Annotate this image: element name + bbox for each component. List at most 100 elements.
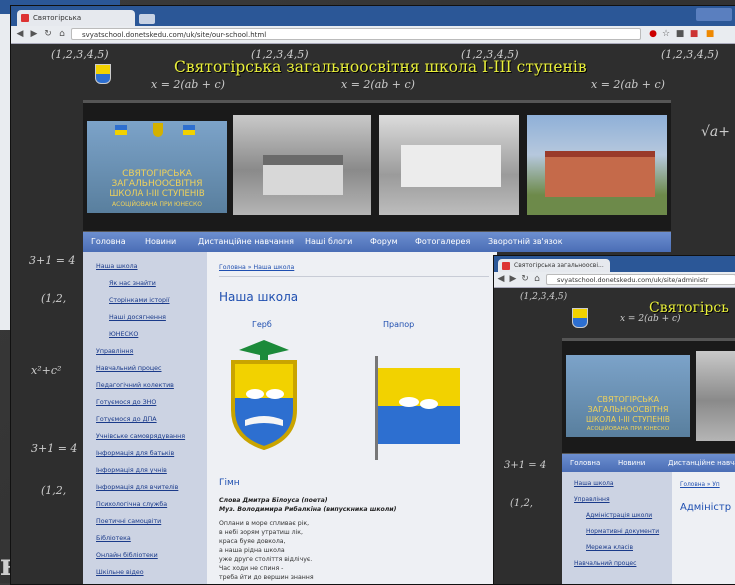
- site-menu-bar: Головна Новини Дистанційне навчання Наші…: [83, 232, 671, 252]
- prapor-label: Прапор: [383, 320, 415, 329]
- sidebar-item[interactable]: Наші досягнення: [109, 314, 166, 321]
- sidebar-item[interactable]: Поетичні самоцвіти: [96, 518, 161, 525]
- menu-item-blogs[interactable]: Наші блоги: [305, 232, 352, 252]
- sidebar-item[interactable]: Як нас знайти: [109, 280, 156, 287]
- second-browser-window: Святогірська загальноосві... ◀ ▶ ↻ ⌂ svy…: [493, 255, 735, 585]
- anthem-credit: Муз. Володимира Рибалкіна (випускника шк…: [219, 506, 397, 513]
- sign-text: СВЯТОГІРСЬКА: [122, 169, 192, 179]
- website-area: (1,2,3,4,5) x = 2(ab + c) 3+1 = 4 (1,2, …: [494, 288, 735, 584]
- sidebar-item[interactable]: Наша школа: [574, 480, 614, 487]
- chalk-formula: x²+c²: [31, 364, 62, 377]
- extension-icon[interactable]: ■: [689, 29, 699, 39]
- page-title: Наша школа: [219, 290, 299, 304]
- sidebar-item[interactable]: Шкільне відео: [96, 569, 144, 576]
- sign-text: СВЯТОГІРСЬКА: [596, 395, 660, 404]
- sidebar-item[interactable]: Готуємося до ДПА: [96, 416, 157, 423]
- sidebar-item[interactable]: Інформація для батьків: [96, 450, 174, 457]
- coat-of-arms-image: [231, 340, 297, 450]
- main-content: Головна » Наша школа Наша школа Герб Пра…: [207, 252, 497, 584]
- menu-item-distance[interactable]: Дистанційне навча: [668, 454, 735, 472]
- sign-text: ШКОЛА І-ІІІ СТУПЕНІВ: [585, 415, 671, 424]
- sidebar-item[interactable]: Нормативні документи: [586, 528, 659, 535]
- chalk-formula: x = 2(ab + c): [341, 78, 415, 91]
- browser-titlebar: Святогірська загальноосв...: [11, 6, 735, 38]
- favicon-icon: [502, 262, 510, 270]
- anthem-verse-line: Час ходи не спиня -: [219, 565, 284, 572]
- sign-text: АСОЦІЙОВАНА ПРИ ЮНЕСКО: [112, 201, 202, 208]
- url-field[interactable]: svyatschool.donetskedu.com/uk/site/our-s…: [71, 28, 641, 40]
- menu-item-news[interactable]: Новини: [145, 232, 176, 252]
- sidebar-item[interactable]: Учнівське самоврядування: [96, 433, 185, 440]
- sidebar-item[interactable]: Навчальний процес: [574, 560, 636, 567]
- sidebar-item[interactable]: Навчальний процес: [96, 365, 162, 372]
- new-tab-button[interactable]: [139, 14, 155, 24]
- browser-tab[interactable]: Святогірська загальноосв...: [17, 10, 135, 38]
- header-photo-strip: СВЯТОГІРСЬКА ЗАГАЛЬНООСВІТНЯ ШКОЛА І-ІІІ…: [562, 338, 735, 456]
- chalk-formula: (1,2,3,4,5): [661, 48, 719, 61]
- menu-item-forum[interactable]: Форум: [370, 232, 398, 252]
- sidebar-item[interactable]: Онлайн бібліотеки: [96, 552, 158, 559]
- flag-image: [375, 356, 460, 460]
- sign-text: АСОЦІЙОВАНА ПРИ ЮНЕСКО: [586, 426, 670, 432]
- anthem-verse-line: треба йти до вершин знання: [219, 574, 314, 581]
- breadcrumb[interactable]: Головна » Наша школа: [219, 264, 294, 271]
- sidebar-item[interactable]: ЮНЕСКО: [109, 331, 138, 338]
- sidebar-item[interactable]: Бібліотека: [96, 535, 131, 542]
- address-row: ◀ ▶ ↻ ⌂ svyatschool.donetskedu.com/uk/si…: [494, 272, 735, 288]
- sidebar-item[interactable]: Управління: [574, 496, 610, 503]
- forward-icon[interactable]: ▶: [508, 274, 518, 284]
- sidebar-item[interactable]: Педагогічний колектив: [96, 382, 174, 389]
- reload-icon[interactable]: ↻: [43, 29, 53, 39]
- chalk-formula: x = 2(ab + c): [151, 78, 225, 91]
- school-building-color-photo: [527, 115, 667, 215]
- menu-item-home[interactable]: Головна: [570, 454, 600, 472]
- browser-titlebar: Святогірська загальноосві...: [494, 256, 735, 272]
- sidebar-item[interactable]: Сторінками історії: [109, 297, 170, 304]
- sidebar-item[interactable]: Інформація для учнів: [96, 467, 167, 474]
- sidebar-item[interactable]: Інформація для вчителів: [96, 484, 178, 491]
- sidebar-item[interactable]: Мережа класів: [586, 544, 633, 551]
- forward-icon[interactable]: ▶: [29, 29, 39, 39]
- breadcrumb-divider: [219, 276, 489, 277]
- address-row: ◀ ▶ ↻ ⌂ svyatschool.donetskedu.com/uk/si…: [11, 26, 735, 44]
- url-field[interactable]: svyatschool.donetskedu.com/uk/site/admin…: [546, 274, 735, 285]
- school-emblem-icon: [572, 308, 588, 328]
- sidebar-item[interactable]: Психологічна служба: [96, 501, 167, 508]
- menu-item-news[interactable]: Новини: [618, 454, 645, 472]
- favicon-icon: [21, 14, 29, 22]
- home-icon[interactable]: ⌂: [57, 29, 67, 39]
- menu-item-gallery[interactable]: Фотогалерея: [415, 232, 470, 252]
- extension-icon[interactable]: ■: [705, 29, 715, 39]
- anthem-verse-line: а наша рідна школа: [219, 547, 285, 554]
- bookmark-star-icon[interactable]: ☆: [661, 29, 671, 39]
- chalk-formula: (1,2,3,4,5): [51, 48, 109, 61]
- menu-item-home[interactable]: Головна: [91, 232, 126, 252]
- sidebar-item[interactable]: Управління: [96, 348, 133, 355]
- chalk-formula: x = 2(ab + c): [591, 78, 665, 91]
- breadcrumb[interactable]: Головна » Уп: [680, 482, 720, 488]
- chalk-formula: (1,2,: [41, 484, 67, 497]
- reload-icon[interactable]: ↻: [520, 274, 530, 284]
- site-title: Святогірська загальноосвітня школа І-ІІІ…: [174, 58, 587, 76]
- sidebar-item[interactable]: Адміністрація школи: [586, 512, 652, 519]
- extension-icon[interactable]: ■: [675, 29, 685, 39]
- back-icon[interactable]: ◀: [15, 29, 25, 39]
- adblock-icon[interactable]: ●: [648, 29, 658, 39]
- school-sign-photo: СВЯТОГІРСЬКА ЗАГАЛЬНООСВІТНЯ ШКОЛА І-ІІІ…: [566, 355, 690, 437]
- home-icon[interactable]: ⌂: [532, 274, 542, 284]
- sidebar-item[interactable]: Готуємося до ЗНО: [96, 399, 156, 406]
- chalk-formula: (1,2,: [41, 292, 67, 305]
- sidebar-item[interactable]: Наша школа: [96, 263, 138, 270]
- sidebar: Наша школа Управління Адміністрація школ…: [562, 472, 672, 584]
- browser-tab[interactable]: Святогірська загальноосві...: [498, 259, 610, 272]
- menu-item-distance[interactable]: Дистанційне навчання: [198, 232, 294, 252]
- chalk-formula: (1,2,3,4,5): [520, 292, 568, 302]
- sign-text: ШКОЛА І-ІІІ СТУПЕНІВ: [109, 189, 205, 199]
- back-icon[interactable]: ◀: [496, 274, 506, 284]
- window-controls[interactable]: [696, 8, 732, 21]
- menu-item-feedback[interactable]: Зворотній зв'язок: [488, 232, 563, 252]
- sidebar: Наша школа Як нас знайти Сторінками істо…: [83, 252, 207, 584]
- old-school-photo: [233, 115, 371, 215]
- chalk-formula: 3+1 = 4: [31, 442, 78, 455]
- main-content: Головна » Уп Адміністр: [672, 472, 735, 584]
